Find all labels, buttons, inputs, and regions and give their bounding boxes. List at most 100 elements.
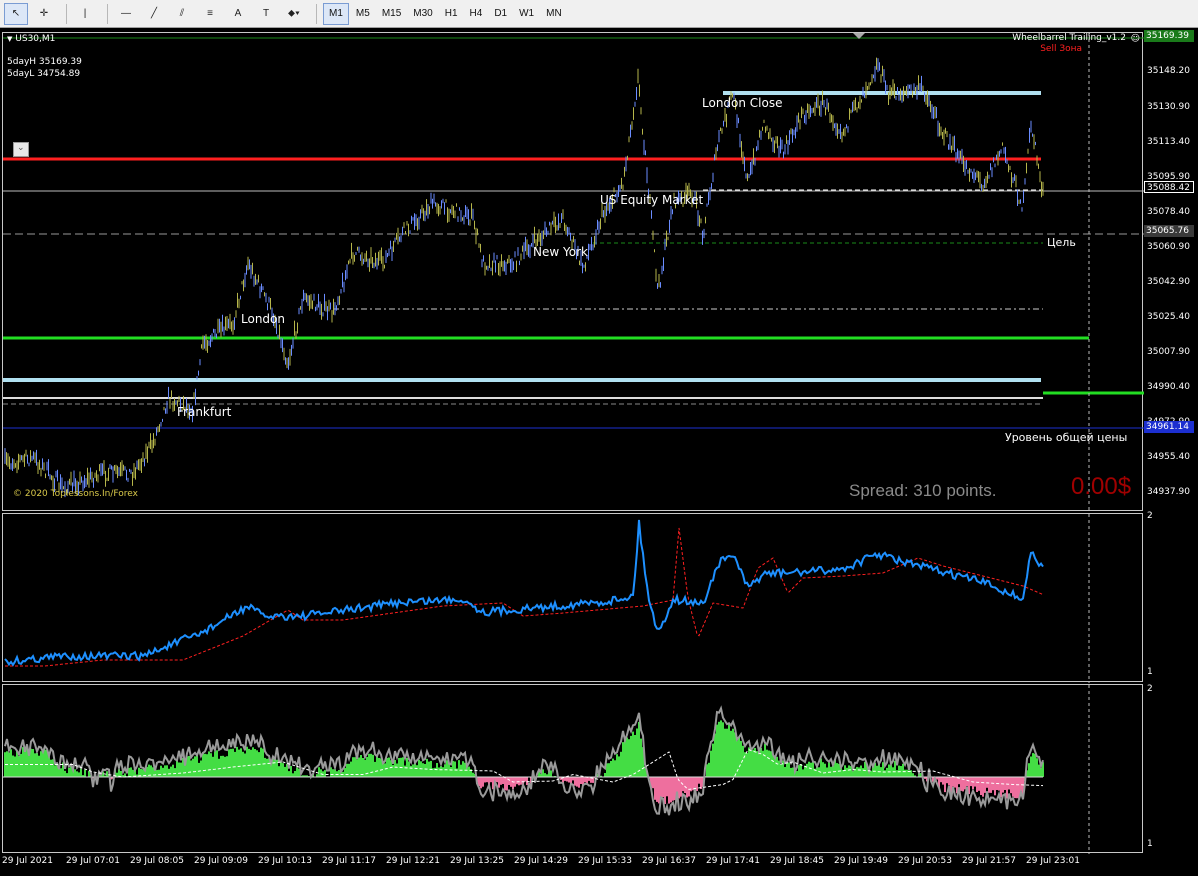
timeframe-w1-button[interactable]: W1 xyxy=(514,3,539,25)
fibonacci-icon: ≡ xyxy=(207,8,213,19)
price-axis-label: 35113.40 xyxy=(1147,137,1190,147)
shapes-dropdown-button[interactable]: ⬥▾ xyxy=(282,3,306,25)
indicator2-axis: 2 1 xyxy=(1143,684,1198,853)
indicator-histogram-canvas xyxy=(3,685,1090,854)
timeframe-m1-button[interactable]: M1 xyxy=(323,2,349,25)
timeframe-group: M1 M5 M15 M30 H1 H4 D1 W1 MN xyxy=(323,2,569,25)
ea-smile-icon: ☺ xyxy=(1130,34,1140,44)
fibonacci-button[interactable]: ≡ xyxy=(198,3,222,25)
price-axis[interactable]: 35165.9535148.2035130.9035113.4035095.90… xyxy=(1143,30,1198,511)
time-axis-label: 29 Jul 20:53 xyxy=(898,856,952,866)
indicator-signal-line xyxy=(5,527,1044,667)
five-day-high: 5dayH 35169.39 xyxy=(7,57,82,67)
indicator-pane-line[interactable] xyxy=(2,513,1143,683)
time-axis-label: 29 Jul 12:21 xyxy=(386,856,440,866)
text-button[interactable]: A xyxy=(226,3,250,25)
trend-line-icon: ╱ xyxy=(150,8,158,19)
cursor-arrow-icon: ↖ xyxy=(11,8,21,19)
trend-line-button[interactable]: ╱ xyxy=(142,3,166,25)
ind2-axis-bottom: 1 xyxy=(1147,839,1153,849)
equidistant-channel-icon: ⫽ xyxy=(179,8,185,19)
timeframe-h4-button[interactable]: H4 xyxy=(465,3,488,25)
time-axis-label: 29 Jul 2021 xyxy=(2,856,53,866)
text-icon: A xyxy=(234,8,242,19)
price-chart-canvas xyxy=(3,33,1144,512)
indicator-pane-histogram[interactable] xyxy=(2,684,1143,854)
horizontal-line-icon: — xyxy=(121,8,131,19)
price-tag: 35088.42 xyxy=(1144,181,1194,193)
text-label-icon: T xyxy=(262,8,270,19)
price-axis-label: 35025.40 xyxy=(1147,312,1190,322)
timeframe-h1-button[interactable]: H1 xyxy=(440,3,463,25)
price-axis-label: 35130.90 xyxy=(1147,102,1190,112)
indicator-line-canvas xyxy=(4,514,1090,683)
price-tag: 35065.76 xyxy=(1144,225,1194,237)
trade-panel-toggle[interactable]: ⌄ xyxy=(13,142,29,157)
time-axis-label: 29 Jul 13:25 xyxy=(450,856,504,866)
equidistant-channel-button[interactable]: ⫽ xyxy=(170,3,194,25)
crosshair-button[interactable]: ✛ xyxy=(32,3,56,25)
vertical-line-icon: | xyxy=(83,8,87,19)
indicator-main-line xyxy=(4,519,1044,667)
price-axis-label: 35042.90 xyxy=(1147,277,1190,287)
time-axis-label: 29 Jul 10:13 xyxy=(258,856,312,866)
price-axis-label: 35007.90 xyxy=(1147,347,1190,357)
ea-name-label: Wheelbarrel Trailing_v1.2 xyxy=(1012,33,1126,43)
toolbar-separator xyxy=(107,3,108,24)
copyright-label: © 2020 Toplessons.In/Forex xyxy=(13,489,138,499)
five-day-low: 5dayL 34754.89 xyxy=(7,69,81,79)
vertical-line-button[interactable]: | xyxy=(73,3,97,25)
time-axis-label: 29 Jul 09:09 xyxy=(194,856,248,866)
price-tag: 35169.39 xyxy=(1144,30,1194,42)
timeframe-d1-button[interactable]: D1 xyxy=(489,3,512,25)
timeframe-m30-button[interactable]: M30 xyxy=(408,3,437,25)
frankfurt-label: Frankfurt xyxy=(177,405,232,419)
price-axis-label: 35060.90 xyxy=(1147,242,1190,252)
main-price-pane[interactable]: ▼ US30,M1 5dayH 35169.39 5dayL 34754.89 … xyxy=(2,32,1144,512)
timeframe-mn-button[interactable]: MN xyxy=(541,3,567,25)
price-axis-label: 35148.20 xyxy=(1147,66,1190,76)
crosshair-icon: ✛ xyxy=(39,8,49,19)
time-axis-label: 29 Jul 15:33 xyxy=(578,856,632,866)
ind2-axis-top: 2 xyxy=(1147,684,1153,694)
collapse-arrow-icon[interactable]: ▼ xyxy=(7,35,12,43)
drawing-tools-group: ↖ ✛ | — ╱ ⫽ ≡ A T ⬥▾ xyxy=(4,2,310,25)
time-axis-label: 29 Jul 07:01 xyxy=(66,856,120,866)
checkbox-icon: ⌄ xyxy=(17,143,25,153)
profit-label: 0.00$ xyxy=(1071,473,1132,500)
cursor-arrow-button[interactable]: ↖ xyxy=(4,2,28,25)
london-label: London xyxy=(241,312,285,326)
price-axis-label: 34990.40 xyxy=(1147,382,1190,392)
price-tag: 34961.14 xyxy=(1144,421,1194,433)
price-axis-label: 34937.90 xyxy=(1147,487,1190,497)
price-axis-label: 34955.40 xyxy=(1147,452,1190,462)
chart-toolbar: ↖ ✛ | — ╱ ⫽ ≡ A T ⬥▾ M1 M5 M15 M30 H1 H4 D1 W1 MN xyxy=(0,0,1198,28)
us-equity-label: US Equity Market xyxy=(600,193,704,207)
time-axis-label: 29 Jul 14:29 xyxy=(514,856,568,866)
spread-label: Spread: 310 points. xyxy=(849,481,997,500)
time-axis-label: 29 Jul 17:41 xyxy=(706,856,760,866)
time-axis-label: 29 Jul 21:57 xyxy=(962,856,1016,866)
symbol-header[interactable]: ▼ US30,M1 xyxy=(7,34,55,44)
shapes-dropdown-icon: ⬥▾ xyxy=(288,8,300,19)
text-label-button[interactable]: T xyxy=(254,3,278,25)
time-axis[interactable]: 29 Jul 2021 29 Jul 07:01 29 Jul 08:05 29 Ju… xyxy=(0,854,1143,874)
toolbar-separator xyxy=(316,3,317,24)
timeframe-m5-button[interactable]: M5 xyxy=(351,3,375,25)
ind1-axis-bottom: 1 xyxy=(1147,667,1153,677)
time-axis-label: 29 Jul 19:49 xyxy=(834,856,888,866)
new-york-label: New York xyxy=(533,245,588,259)
chart-window[interactable]: ▼ US30,M1 5dayH 35169.39 5dayL 34754.89 … xyxy=(0,28,1198,876)
target-label: Цель xyxy=(1047,236,1076,249)
indicator1-axis: 2 1 xyxy=(1143,511,1198,682)
timeframe-m15-button[interactable]: M15 xyxy=(377,3,406,25)
sell-zone-label: Sell Зона xyxy=(1040,44,1082,54)
symbol-label: US30,M1 xyxy=(15,34,56,44)
toolbar-separator xyxy=(66,3,67,24)
london-close-label: London Close xyxy=(702,96,783,110)
price-axis-label: 35078.40 xyxy=(1147,207,1190,217)
time-axis-label: 29 Jul 16:37 xyxy=(642,856,696,866)
histogram-envelope-line xyxy=(4,705,1044,816)
horizontal-line-button[interactable]: — xyxy=(114,3,138,25)
time-axis-label: 29 Jul 08:05 xyxy=(130,856,184,866)
